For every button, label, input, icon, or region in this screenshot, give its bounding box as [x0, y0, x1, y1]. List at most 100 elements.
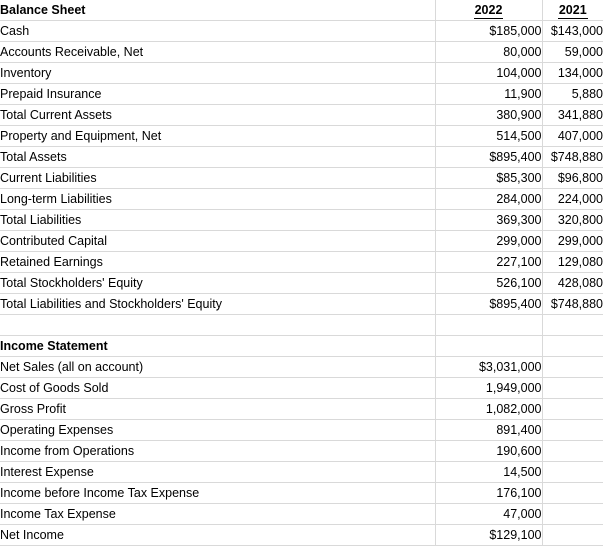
row-label: Gross Profit: [0, 398, 435, 420]
row-label: Interest Expense: [0, 461, 435, 483]
row-value-2022: 1,949,000: [434, 377, 542, 399]
row-label: Total Liabilities and Stockholders' Equi…: [0, 293, 435, 315]
row-value-2022: 891,400: [434, 419, 542, 441]
row-value-2022: 380,900: [434, 104, 542, 126]
table-row-subtotal: Total Liabilities 369,300 320,800: [0, 209, 603, 231]
table-row: Retained Earnings 227,100 129,080: [0, 251, 603, 273]
row-value-2021: 5,880: [541, 83, 603, 105]
row-label: Total Assets: [0, 146, 435, 168]
table-row-subtotal: Total Current Assets 380,900 341,880: [0, 104, 603, 126]
row-value-2022: 190,600: [434, 440, 542, 462]
column-header-year-2021: 2021: [541, 0, 603, 21]
row-value-2022: 47,000: [434, 503, 542, 525]
row-value-2022: 299,000: [434, 230, 542, 252]
row-value-2021: [541, 419, 603, 441]
row-value-2021: [541, 440, 603, 462]
table-row-total: Net Income $129,100: [0, 524, 603, 546]
row-label: Contributed Capital: [0, 230, 435, 252]
column-header-year-2022: 2022: [434, 0, 542, 21]
row-value-2022: 284,000: [434, 188, 542, 210]
row-value-2022: 80,000: [434, 41, 542, 63]
row-value-2021: [541, 356, 603, 378]
row-value-2021: [541, 482, 603, 504]
row-label: Retained Earnings: [0, 251, 435, 273]
row-label: Operating Expenses: [0, 419, 435, 441]
row-value-2022: $185,000: [434, 20, 542, 42]
financial-statements-table: Balance Sheet 2022 2021 Cash $185,000 $1…: [0, 0, 603, 546]
balance-sheet-header-row: Balance Sheet 2022 2021: [0, 0, 603, 21]
table-row: Interest Expense 14,500: [0, 461, 603, 483]
row-value-2021: [541, 503, 603, 525]
income-statement-header-row: Income Statement: [0, 335, 603, 357]
table-row: Current Liabilities $85,300 $96,800: [0, 167, 603, 189]
table-row: Prepaid Insurance 11,900 5,880: [0, 83, 603, 105]
row-value-2021: 428,080: [541, 272, 603, 294]
row-label: Income Tax Expense: [0, 503, 435, 525]
table-row-total: Total Liabilities and Stockholders' Equi…: [0, 293, 603, 315]
row-value-2022: 227,100: [434, 251, 542, 273]
row-label: Long-term Liabilities: [0, 188, 435, 210]
table-row-subtotal: Total Stockholders' Equity 526,100 428,0…: [0, 272, 603, 294]
table-row-subtotal: Income from Operations 190,600: [0, 440, 603, 462]
row-value-2022: 104,000: [434, 62, 542, 84]
row-value-2021: [541, 377, 603, 399]
row-label: Net Sales (all on account): [0, 356, 435, 378]
blank-separator-row: [0, 314, 603, 336]
row-value-2021: 134,000: [541, 62, 603, 84]
year-2022-label: 2022: [473, 3, 504, 19]
row-value-2022: $895,400: [434, 146, 542, 168]
row-value-2021: 224,000: [541, 188, 603, 210]
row-label: Income before Income Tax Expense: [0, 482, 435, 504]
table-row: Cost of Goods Sold 1,949,000: [0, 377, 603, 399]
row-label: Income from Operations: [0, 440, 435, 462]
row-value-2022: 526,100: [434, 272, 542, 294]
year-2021-label: 2021: [557, 3, 588, 19]
row-value-2022: 176,100: [434, 482, 542, 504]
row-value-2021: [541, 314, 603, 336]
row-value-2021: 341,880: [541, 104, 603, 126]
row-value-2021: [541, 524, 603, 546]
row-value-2022: [434, 314, 542, 336]
row-value-2021: 59,000: [541, 41, 603, 63]
row-value-2021: 129,080: [541, 251, 603, 273]
table-row: Contributed Capital 299,000 299,000: [0, 230, 603, 252]
table-row: Long-term Liabilities 284,000 224,000: [0, 188, 603, 210]
income-statement-header-blank-2021: [541, 335, 603, 357]
row-label: Total Stockholders' Equity: [0, 272, 435, 294]
balance-sheet-title: Balance Sheet: [0, 0, 435, 21]
row-label: Cash: [0, 20, 435, 42]
table-body: Balance Sheet 2022 2021 Cash $185,000 $1…: [0, 0, 603, 546]
row-label: Property and Equipment, Net: [0, 125, 435, 147]
row-label: Current Liabilities: [0, 167, 435, 189]
row-label: Prepaid Insurance: [0, 83, 435, 105]
income-statement-title: Income Statement: [0, 335, 435, 357]
row-value-2022: $129,100: [434, 524, 542, 546]
row-value-2022: 14,500: [434, 461, 542, 483]
row-value-2022: 514,500: [434, 125, 542, 147]
row-label: Total Liabilities: [0, 209, 435, 231]
row-value-2022: 369,300: [434, 209, 542, 231]
table-row: Net Sales (all on account) $3,031,000: [0, 356, 603, 378]
row-value-2021: $96,800: [541, 167, 603, 189]
row-label: Inventory: [0, 62, 435, 84]
table-row-subtotal: Income before Income Tax Expense 176,100: [0, 482, 603, 504]
row-value-2022: 11,900: [434, 83, 542, 105]
row-value-2021: $748,880: [541, 293, 603, 315]
row-value-2021: 407,000: [541, 125, 603, 147]
table-row-subtotal: Gross Profit 1,082,000: [0, 398, 603, 420]
row-value-2021: [541, 398, 603, 420]
row-value-2021: $748,880: [541, 146, 603, 168]
income-statement-header-blank-2022: [434, 335, 542, 357]
row-value-2021: [541, 461, 603, 483]
row-label: Accounts Receivable, Net: [0, 41, 435, 63]
table-row: Property and Equipment, Net 514,500 407,…: [0, 125, 603, 147]
row-value-2022: $3,031,000: [434, 356, 542, 378]
row-value-2021: 299,000: [541, 230, 603, 252]
table-row: Cash $185,000 $143,000: [0, 20, 603, 42]
row-value-2021: 320,800: [541, 209, 603, 231]
table-row: Operating Expenses 891,400: [0, 419, 603, 441]
table-row-total: Total Assets $895,400 $748,880: [0, 146, 603, 168]
table-row: Inventory 104,000 134,000: [0, 62, 603, 84]
row-value-2022: $85,300: [434, 167, 542, 189]
row-label: Total Current Assets: [0, 104, 435, 126]
